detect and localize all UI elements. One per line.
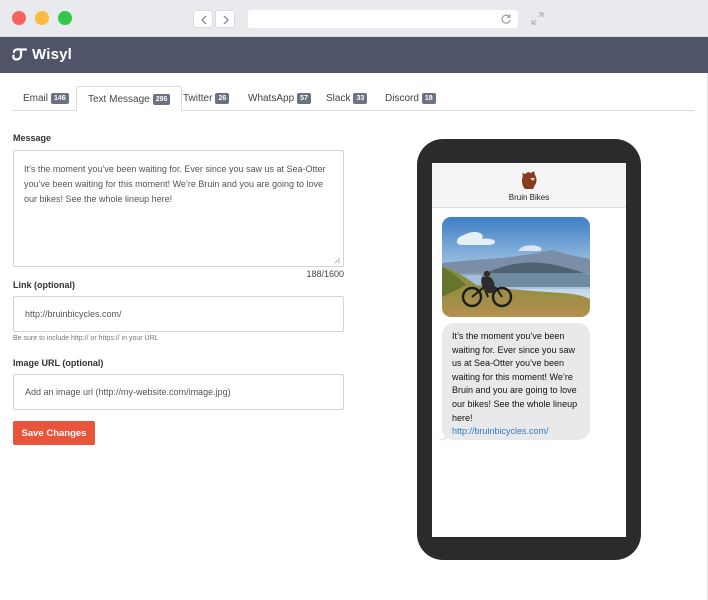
tab-whatsapp[interactable]: WhatsApp 57 <box>237 86 322 111</box>
char-counter: 188/1600 <box>306 269 344 279</box>
app-logo[interactable]: Wisyl <box>12 46 72 63</box>
chevron-right-icon <box>223 15 229 25</box>
count-badge: 146 <box>51 93 69 104</box>
count-badge: 57 <box>297 93 311 104</box>
contact-name: Bruin Bikes <box>508 193 550 202</box>
save-changes-button[interactable]: Save Changes <box>13 421 95 445</box>
message-value: It’s the moment you’ve been waiting for.… <box>24 164 326 204</box>
app-header: Wisyl <box>0 37 708 73</box>
tab-discord[interactable]: Discord 18 <box>374 86 447 111</box>
tab-text-message[interactable]: Text Message 296 <box>76 86 183 112</box>
forward-button[interactable] <box>215 10 235 28</box>
bubble-link[interactable]: http://bruinbicycles.com/ <box>452 425 580 439</box>
address-bar[interactable] <box>248 10 518 28</box>
minimize-window-button[interactable] <box>35 11 49 25</box>
count-badge: 33 <box>353 93 368 104</box>
image-url-placeholder: Add an image url (http://my-website.com/… <box>25 387 231 397</box>
back-button[interactable] <box>193 10 213 28</box>
link-value: http://bruinbicycles.com/ <box>25 309 122 319</box>
tab-label: WhatsApp <box>248 93 295 104</box>
image-url-label: Image URL (optional) <box>13 358 104 368</box>
bubble-text: It’s the moment you’ve been waiting for.… <box>452 331 578 423</box>
reload-icon[interactable] <box>500 13 512 25</box>
message-textarea[interactable]: It’s the moment you’ve been waiting for.… <box>13 150 344 267</box>
bear-icon <box>521 171 537 189</box>
count-badge: 26 <box>215 93 230 104</box>
phone-screen: Bruin Bikes It’s the moment you’ve been … <box>432 163 626 537</box>
wisyl-logo-icon <box>12 48 28 61</box>
browser-chrome <box>0 0 708 37</box>
image-url-input[interactable]: Add an image url (http://my-website.com/… <box>13 374 344 410</box>
maximize-window-button[interactable] <box>58 11 72 25</box>
tab-twitter[interactable]: Twitter 26 <box>172 86 240 111</box>
tab-label: Email <box>23 93 49 104</box>
tab-label: Twitter <box>183 93 213 104</box>
message-label: Message <box>13 133 52 143</box>
landscape-photo <box>442 217 590 317</box>
tab-label: Text Message <box>88 93 150 105</box>
tab-email[interactable]: Email 146 <box>12 86 80 111</box>
tab-slack[interactable]: Slack 33 <box>315 86 378 111</box>
channel-tabs: Email 146 Text Message 296 Twitter 26 Wh… <box>12 86 694 112</box>
count-badge: 18 <box>421 93 436 104</box>
tab-label: Slack <box>326 93 351 104</box>
chevron-left-icon <box>201 15 207 25</box>
expand-icon[interactable] <box>531 12 544 25</box>
link-label: Link (optional) <box>13 280 75 290</box>
tab-label: Discord <box>385 93 419 104</box>
message-bubble: It’s the moment you’ve been waiting for.… <box>442 323 590 440</box>
conversation-header: Bruin Bikes <box>432 163 626 208</box>
resize-handle-icon[interactable] <box>334 257 341 264</box>
message-image <box>442 217 590 317</box>
app-name: Wisyl <box>32 46 73 63</box>
bubble-tail <box>437 431 449 441</box>
close-window-button[interactable] <box>12 11 26 25</box>
link-help-text: Be sure to include http:// or https:// i… <box>13 335 159 342</box>
count-badge: 296 <box>152 93 171 105</box>
link-input[interactable]: http://bruinbicycles.com/ <box>13 296 344 332</box>
